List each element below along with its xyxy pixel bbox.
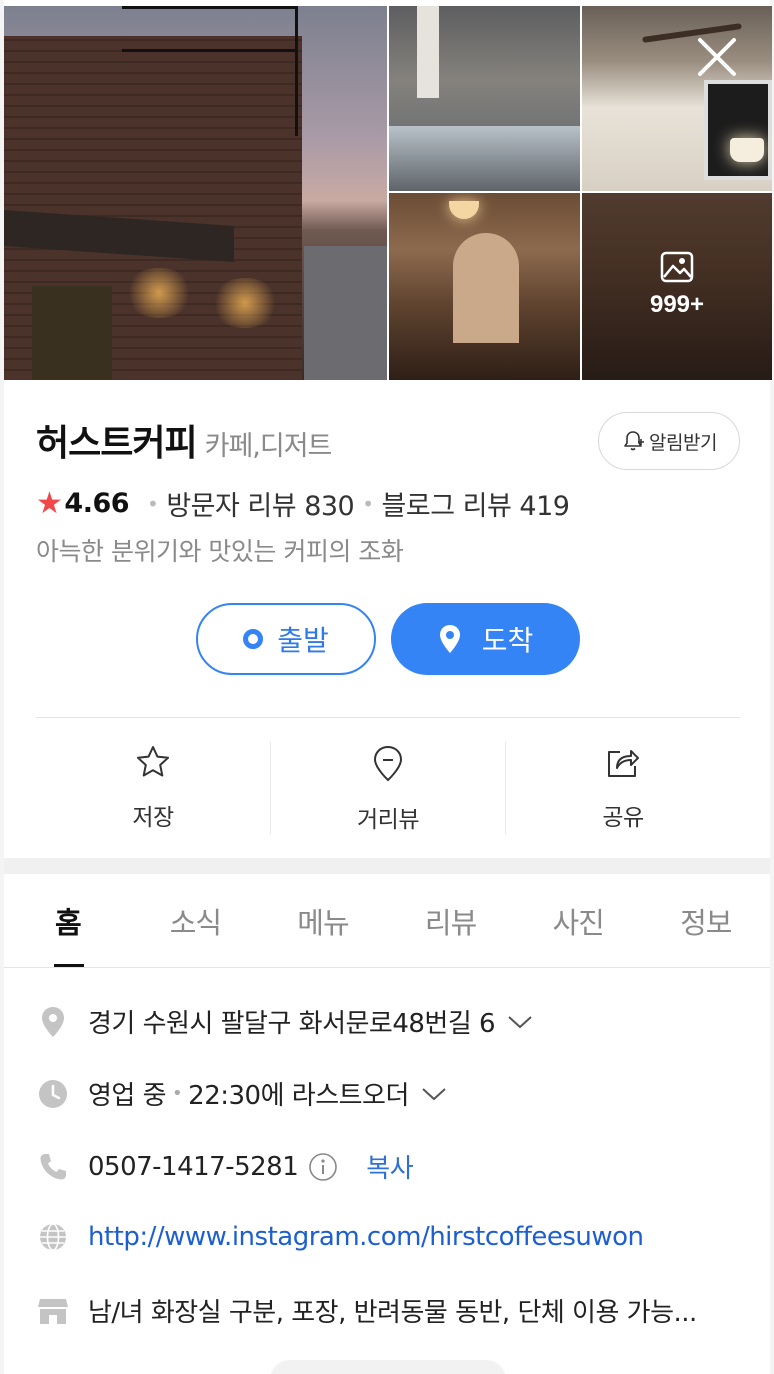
section-separator [4,858,770,874]
share-icon [608,750,639,777]
copy-phone-button[interactable]: 복사 [366,1148,413,1185]
start-point-icon [243,629,264,649]
place-title-row: 허스트커피 카페,디저트 [36,414,333,466]
phone-icon [40,1153,66,1179]
photo-more-count: 999+ [649,291,705,318]
phone-row: 0507-1417-5281 복사 [36,1148,756,1185]
action-row: 저장 거리뷰 공유 [36,742,740,836]
hours-detail: 22:30에 라스트오더 [188,1081,409,1111]
place-description: 아늑한 분위기와 맛있는 커피의 조화 [36,537,404,566]
street-view-button[interactable]: 거리뷰 [271,742,505,836]
close-icon[interactable] [694,34,740,80]
notification-button[interactable]: 알림받기 [598,412,740,470]
divider [36,717,740,718]
photo-counter[interactable] [389,6,580,191]
share-button[interactable]: 공유 [506,742,740,836]
share-label: 공유 [602,805,644,831]
more-info-button[interactable] [270,1360,506,1374]
save-button[interactable]: 저장 [36,742,270,836]
website-row: http://www.instagram.com/hirstcoffeesuwo… [36,1220,756,1254]
visitor-review-count[interactable]: 방문자 리뷰 830 [166,484,354,523]
route-destination-button[interactable]: 도착 [391,603,580,675]
blog-review-count[interactable]: 블로그 리뷰 419 [382,484,570,523]
route-start-button[interactable]: 출발 [196,603,376,675]
notification-label: 알림받기 [649,431,717,454]
tab-news[interactable]: 소식 [132,874,260,967]
address-text: 경기 수원시 팔달구 화서문로48번길 6 [88,1009,496,1039]
place-name: 허스트커피 [36,423,198,464]
save-label: 저장 [132,805,174,831]
street-view-label: 거리뷰 [357,807,419,833]
globe-icon [40,1223,66,1251]
rating-score: 4.66 [64,488,130,519]
amenities-text: 남/녀 화장실 구분, 포장, 반려동물 동반, 단체 이용 가능... [88,1298,697,1328]
photo-grid: 999+ [4,6,772,380]
amenities-row[interactable]: 남/녀 화장실 구분, 포장, 반려동물 동반, 단체 이용 가능... [36,1292,756,1329]
bell-plus-icon [624,431,645,451]
hours-row[interactable]: 영업 중 • 22:30에 라스트오더 [36,1075,756,1112]
tab-home[interactable]: 홈 [4,874,132,967]
tab-menu[interactable]: 메뉴 [259,874,387,967]
tab-info[interactable]: 정보 [642,874,770,967]
photo-main-exterior[interactable] [4,6,387,380]
image-icon [660,251,694,283]
photo-interior-lamp[interactable] [582,6,772,191]
route-destination-label: 도착 [481,624,534,657]
website-link[interactable]: http://www.instagram.com/hirstcoffeesuwo… [88,1222,644,1252]
chevron-down-icon[interactable] [507,1014,533,1030]
phone-number[interactable]: 0507-1417-5281 [88,1152,299,1182]
store-icon [38,1298,68,1324]
hours-status: 영업 중 [88,1081,167,1111]
tab-bar: 홈 소식 메뉴 리뷰 사진 정보 [4,874,770,968]
photo-more[interactable]: 999+ [582,193,772,380]
star-outline-icon [137,746,169,777]
place-category: 카페,디저트 [204,431,333,462]
info-circle-icon[interactable] [308,1152,338,1182]
star-icon: ★ [36,485,63,521]
tab-photo[interactable]: 사진 [514,874,642,967]
clock-icon [39,1079,67,1108]
tab-review[interactable]: 리뷰 [387,874,515,967]
address-row[interactable]: 경기 수원시 팔달구 화서문로48번길 6 [36,1003,756,1040]
location-icon [42,1006,64,1037]
photo-interior-arch[interactable] [389,193,580,380]
location-pin-outline-icon [373,745,403,782]
rating-row: ★ 4.66 • 방문자 리뷰 830 • 블로그 리뷰 419 [36,484,570,523]
route-start-label: 출발 [277,624,329,657]
map-pin-icon [439,625,460,653]
chevron-down-icon[interactable] [421,1086,447,1102]
